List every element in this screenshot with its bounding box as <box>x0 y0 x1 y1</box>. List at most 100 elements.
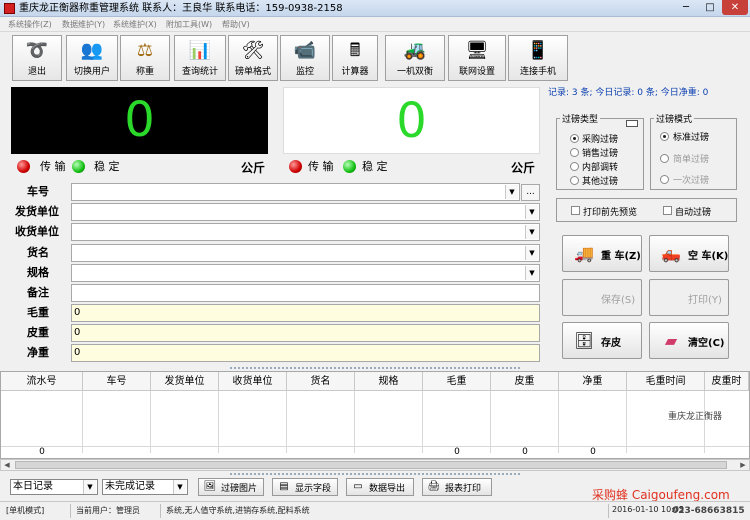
dual-scale-button[interactable]: 🚜 一机双衡 <box>385 35 445 81</box>
menu-help[interactable]: 帮助(V) <box>222 19 250 30</box>
chevron-down-icon[interactable]: ▼ <box>83 480 96 494</box>
button-label: 显示字段 <box>295 484 332 494</box>
query-stats-button[interactable]: 📊 查询统计 <box>174 35 226 81</box>
summary-cell: 0 <box>522 447 528 457</box>
receiver-label: 收货单位 <box>15 225 59 238</box>
column-header[interactable]: 收货单位 <box>219 372 287 391</box>
toolbar-label: 称重 <box>135 67 154 77</box>
column-header[interactable]: 发货单位 <box>151 372 219 391</box>
menu-system[interactable]: 系统操作(Z) <box>8 19 52 30</box>
horizontal-scrollbar[interactable]: ◀ ▶ <box>0 459 750 471</box>
plate-input[interactable]: ▼ <box>71 183 520 201</box>
toolbar-label: 一机双衡 <box>396 67 433 77</box>
receiver-input[interactable]: ▼ <box>71 223 540 241</box>
tools-icon: 🛠 <box>241 40 265 61</box>
toolbar-label: 磅单格式 <box>234 67 271 77</box>
radio-simple[interactable] <box>660 154 669 163</box>
column-header[interactable]: 货名 <box>287 372 355 391</box>
column-header[interactable]: 规格 <box>355 372 423 391</box>
column-header[interactable]: 车号 <box>83 372 151 391</box>
export-data-button[interactable]: ▭ 数据导出 <box>346 478 414 496</box>
save-button[interactable]: 保存(S) <box>562 279 642 316</box>
tare-weight-field[interactable]: 0 <box>71 324 540 342</box>
scroll-left-icon[interactable]: ◀ <box>1 460 13 470</box>
column-header[interactable]: 毛重时间 <box>627 372 705 391</box>
store-tare-button[interactable]: 🗄 存皮 <box>562 322 642 359</box>
button-label: 存皮 <box>601 338 621 349</box>
preview-checkbox[interactable] <box>571 206 580 215</box>
camera-icon: 📹 <box>293 40 317 61</box>
radio-sales[interactable] <box>570 148 579 157</box>
collapse-icon[interactable] <box>626 120 638 127</box>
maximize-button[interactable]: □ <box>698 0 722 15</box>
connect-phone-button[interactable]: 📱 连接手机 <box>508 35 568 81</box>
splitter-handle[interactable] <box>0 471 750 477</box>
column-header[interactable]: 毛重 <box>423 372 491 391</box>
radio-other[interactable] <box>570 176 579 185</box>
radio-label: 采购过磅 <box>582 135 619 145</box>
spec-input[interactable]: ▼ <box>71 264 540 282</box>
radio-single[interactable] <box>660 175 669 184</box>
ticket-format-button[interactable]: 🛠 磅单格式 <box>228 35 278 81</box>
calculator-icon: 🖩 <box>349 40 361 61</box>
chevron-down-icon[interactable]: ▼ <box>505 185 518 199</box>
switch-user-button[interactable]: 👥 切换用户 <box>66 35 118 81</box>
calculator-button[interactable]: 🖩 计算器 <box>332 35 378 81</box>
monitor-button[interactable]: 📹 监控 <box>280 35 330 81</box>
weigh-photos-button[interactable]: 🖼 过磅图片 <box>198 478 264 496</box>
sender-input[interactable]: ▼ <box>71 203 540 221</box>
record-range-select[interactable]: 本日记录 ▼ <box>10 479 98 495</box>
scroll-thumb[interactable] <box>15 461 727 469</box>
gross-weight-field[interactable]: 0 <box>71 304 540 322</box>
network-settings-button[interactable]: 🖥 联网设置 <box>448 35 506 81</box>
column-header[interactable]: 皮重 <box>491 372 559 391</box>
column-header[interactable]: 皮重时 <box>705 372 749 391</box>
brand-phone: 023-68663815 <box>672 506 745 516</box>
exit-button[interactable]: ➰ 退出 <box>12 35 62 81</box>
radio-purchase[interactable] <box>570 134 579 143</box>
report-print-button[interactable]: 🖨 报表打印 <box>422 478 492 496</box>
empty-truck-button[interactable]: 🛻 空 车(K) <box>649 235 729 272</box>
network-icon: 🖥 <box>465 40 489 61</box>
exit-icon: ➰ <box>25 40 49 61</box>
menu-maintenance[interactable]: 系统维护(X) <box>113 19 157 30</box>
chevron-down-icon[interactable]: ▼ <box>525 246 538 260</box>
close-button[interactable]: ✕ <box>722 0 748 15</box>
chevron-down-icon[interactable]: ▼ <box>173 480 186 494</box>
status-user: 当前用户：管理员 <box>76 506 140 515</box>
remark-input[interactable] <box>71 284 540 302</box>
heavy-truck-button[interactable]: 🚚 重 车(Z) <box>562 235 642 272</box>
transmit-label: 传 输 <box>40 160 66 173</box>
column-header[interactable]: 净重 <box>559 372 627 391</box>
status-bar: [单机模式] 当前用户：管理员 系统,无人值守系统,进销存系统,配料系统 201… <box>0 501 750 520</box>
goods-input[interactable]: ▼ <box>71 244 540 262</box>
menu-tools[interactable]: 附加工具(W) <box>166 19 212 30</box>
weigh-button[interactable]: ⚖ 称重 <box>120 35 170 81</box>
radio-label: 内部调转 <box>582 163 619 173</box>
plate-lookup-button[interactable]: ... <box>521 184 540 201</box>
print-button[interactable]: 打印(Y) <box>649 279 729 316</box>
chevron-down-icon[interactable]: ▼ <box>525 225 538 239</box>
record-status-select[interactable]: 未完成记录 ▼ <box>102 479 188 495</box>
button-label: 空 车(K) <box>688 251 729 262</box>
summary-cell: 0 <box>590 447 596 457</box>
minimize-button[interactable]: ─ <box>674 0 698 15</box>
weigh-mode-title: 过磅模式 <box>654 112 695 125</box>
toolbar-label: 查询统计 <box>181 67 218 77</box>
weigh-type-title: 过磅类型 <box>560 112 601 125</box>
truck-icon: 🛻 <box>661 244 681 263</box>
clear-button[interactable]: ▰ 清空(C) <box>649 322 729 359</box>
scroll-right-icon[interactable]: ▶ <box>737 460 749 470</box>
records-table[interactable]: 流水号 车号 发货单位 收货单位 货名 规格 毛重 皮重 净重 毛重时间 皮重时… <box>0 371 750 459</box>
window-title: 重庆龙正衡器称重管理系统 联系人：王良华 联系电话：159-0938-2158 <box>19 3 343 14</box>
menu-data[interactable]: 数据维护(Y) <box>62 19 105 30</box>
net-weight-field[interactable]: 0 <box>71 344 540 362</box>
radio-standard[interactable] <box>660 132 669 141</box>
radio-internal[interactable] <box>570 162 579 171</box>
chevron-down-icon[interactable]: ▼ <box>525 266 538 280</box>
auto-weigh-checkbox[interactable] <box>663 206 672 215</box>
show-fields-button[interactable]: ▤ 显示字段 <box>272 478 338 496</box>
chevron-down-icon[interactable]: ▼ <box>525 205 538 219</box>
column-header[interactable]: 流水号 <box>1 372 83 391</box>
summary-cell: 0 <box>39 447 45 457</box>
